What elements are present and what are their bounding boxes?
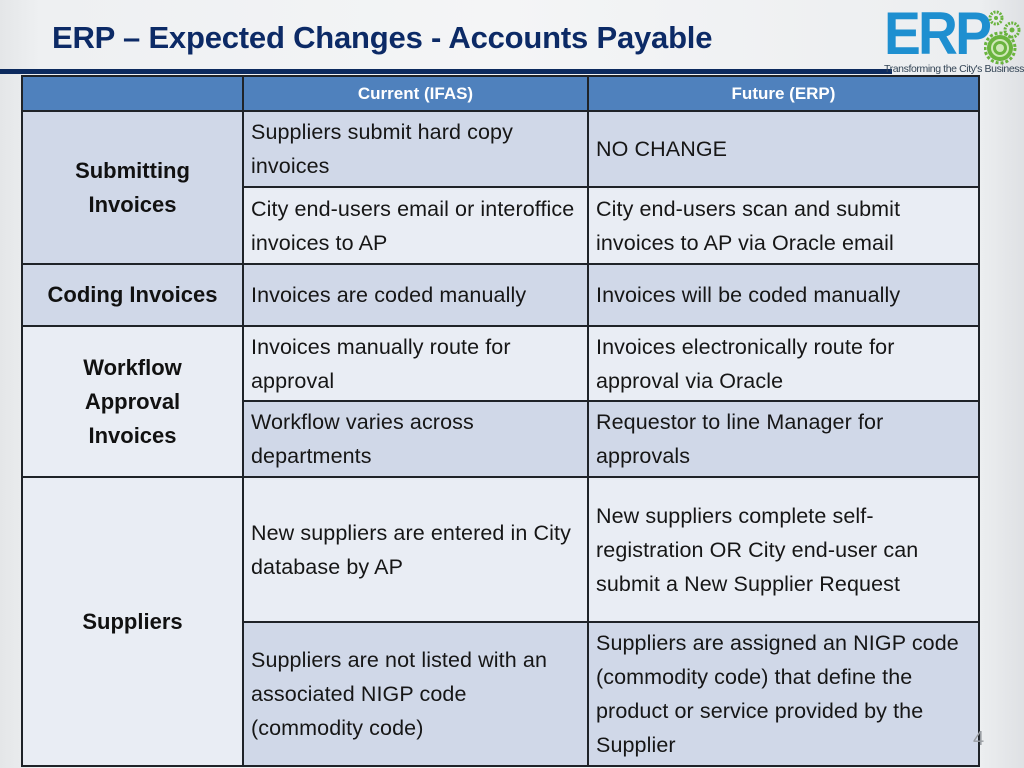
table-row: Suppliers New suppliers are entered in C… bbox=[21, 476, 980, 767]
gears-icon bbox=[984, 10, 1021, 65]
table-row: Submitting Invoices Suppliers submit har… bbox=[21, 110, 980, 265]
row-label-workflow-approval-invoices: Workflow Approval Invoices bbox=[21, 325, 244, 478]
current-cell: Suppliers submit hard copy invoices bbox=[242, 110, 589, 188]
changes-table: Current (IFAS) Future (ERP) Submitting I… bbox=[21, 75, 980, 767]
future-cell: Invoices will be coded manually bbox=[587, 263, 980, 327]
table-header-row: Current (IFAS) Future (ERP) bbox=[21, 75, 980, 112]
label-text: Submitting Invoices bbox=[75, 157, 190, 217]
header-current: Current (IFAS) bbox=[242, 75, 589, 112]
future-cell: Suppliers are assigned an NIGP code (com… bbox=[587, 621, 980, 767]
future-cell: Invoices electronically route for approv… bbox=[587, 325, 980, 402]
title-divider bbox=[0, 69, 892, 74]
current-cell: Invoices are coded manually bbox=[242, 263, 589, 327]
table-row: Coding Invoices Invoices are coded manua… bbox=[21, 263, 980, 327]
future-cell: NO CHANGE bbox=[587, 110, 980, 188]
logo-wordmark: ERP bbox=[884, 0, 992, 67]
header-category bbox=[21, 75, 244, 112]
future-cell: New suppliers complete self-registration… bbox=[587, 476, 980, 623]
page-number: 4 bbox=[973, 728, 985, 750]
erp-logo: ERP Transforming the City's Business bbox=[884, 4, 1024, 76]
header-future: Future (ERP) bbox=[587, 75, 980, 112]
label-text: Workflow Approval Invoices bbox=[83, 354, 182, 448]
current-cell: Invoices manually route for approval bbox=[242, 325, 589, 402]
current-cell: New suppliers are entered in City databa… bbox=[242, 476, 589, 623]
table-row: Workflow Approval Invoices Invoices manu… bbox=[21, 325, 980, 478]
current-cell: City end-users email or interoffice invo… bbox=[242, 186, 589, 265]
future-cell: Requestor to line Manager for approvals bbox=[587, 400, 980, 478]
current-cell: Suppliers are not listed with an associa… bbox=[242, 621, 589, 767]
future-cell: City end-users scan and submit invoices … bbox=[587, 186, 980, 265]
slide-title: ERP – Expected Changes - Accounts Payabl… bbox=[52, 20, 713, 55]
row-label-submitting-invoices: Submitting Invoices bbox=[21, 110, 244, 265]
logo-tagline: Transforming the City's Business bbox=[884, 63, 1024, 75]
current-cell: Workflow varies across departments bbox=[242, 400, 589, 478]
row-label-coding-invoices: Coding Invoices bbox=[21, 263, 244, 327]
row-label-suppliers: Suppliers bbox=[21, 476, 244, 767]
